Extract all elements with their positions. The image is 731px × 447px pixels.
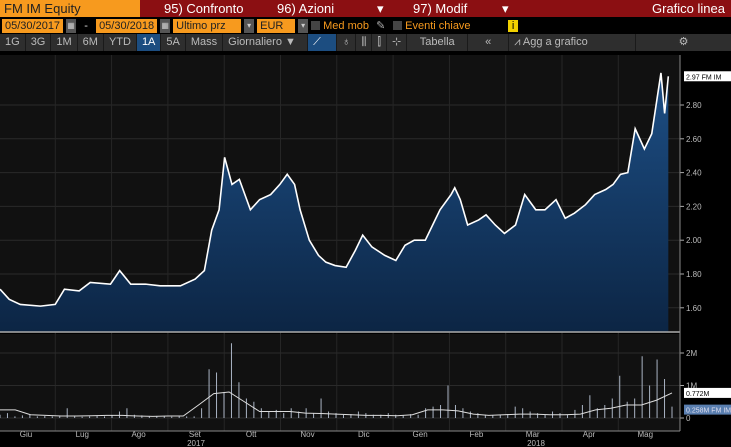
calendar-icon[interactable]: ▦: [160, 18, 171, 33]
line-chart-icon[interactable]: ⟋: [308, 34, 337, 51]
modif-menu[interactable]: 97) Modif: [388, 0, 498, 17]
date-separator: -: [84, 19, 88, 32]
bar-chart-icon[interactable]: ⫼: [356, 34, 372, 51]
events-checkbox[interactable]: [393, 21, 403, 30]
volume-avg-label: 0.772M: [686, 391, 710, 398]
y-tick-label: 2.40: [686, 169, 702, 178]
period-1m[interactable]: 1M: [51, 34, 77, 51]
chart-icon: ⩘: [514, 36, 523, 48]
y-tick-label: 2.60: [686, 135, 702, 144]
y-tick-label: 2.20: [686, 202, 702, 211]
period-6m[interactable]: 6M: [77, 34, 103, 51]
ohlc-icon[interactable]: ⫿: [372, 34, 386, 51]
y-tick-label: 2.00: [686, 236, 702, 245]
year-label: 2017: [187, 439, 205, 447]
add-chart-button[interactable]: ⩘ Agg a grafico: [509, 34, 636, 51]
period-1g[interactable]: 1G: [0, 34, 25, 51]
volume-panel: [0, 334, 680, 431]
info-icon[interactable]: i: [508, 19, 519, 32]
chart-type-label: Grafico linea: [652, 1, 725, 16]
calendar-icon[interactable]: ▦: [66, 18, 77, 33]
ticker-field[interactable]: FM IM Equity: [0, 0, 140, 17]
table-button[interactable]: Tabella: [407, 34, 468, 51]
volume-last-label: 0.258M FM IM: [686, 408, 731, 415]
hlc-icon[interactable]: ⊹: [387, 34, 407, 51]
moving-avg-checkbox[interactable]: [311, 21, 321, 30]
period-3g[interactable]: 3G: [25, 34, 51, 51]
events-label: Eventi chiave: [405, 19, 471, 32]
chevron-down-icon[interactable]: ▾: [244, 18, 255, 33]
controls-bar: 05/30/2017 ▦ - 05/30/2018 ▦ Ultimo prz ▾…: [0, 17, 731, 34]
start-date-input[interactable]: 05/30/2017: [2, 18, 64, 33]
azioni-menu[interactable]: 96) Azioni: [273, 0, 373, 17]
volume-tick-label: 0: [686, 414, 691, 423]
currency-select[interactable]: EUR: [257, 18, 296, 33]
collapse-button[interactable]: «: [468, 34, 509, 51]
y-tick-label: 2.80: [686, 101, 702, 110]
chevron-down-icon[interactable]: ▾: [298, 18, 309, 33]
settings-gear-icon[interactable]: ⚙: [636, 34, 731, 51]
pencil-icon[interactable]: ✎: [376, 19, 390, 32]
last-price-label: 2.97 FM IM: [686, 74, 722, 81]
frequency-select[interactable]: Giornaliero ▼: [223, 34, 308, 51]
period-mass[interactable]: Mass: [185, 34, 223, 51]
confronto-menu[interactable]: 95) Confronto: [160, 0, 273, 17]
title-bar: FM IM Equity 95) Confronto 96) Azioni ▾ …: [0, 0, 731, 17]
price-chart[interactable]: 1.601.802.002.202.402.602.80Giu Lug Ago Set…: [0, 51, 731, 447]
period-ytd[interactable]: YTD: [103, 34, 136, 51]
field-select[interactable]: Ultimo prz: [173, 18, 242, 33]
moving-avg-label: Med mob: [323, 19, 369, 32]
y-tick-label: 1.60: [686, 304, 702, 313]
y-tick-label: 1.80: [686, 270, 702, 279]
end-date-input[interactable]: 05/30/2018: [96, 18, 158, 33]
toolbar: 1G 3G 1M 6M YTD 1A 5A Mass Giornaliero ▼…: [0, 34, 731, 51]
volume-tick-label: 2M: [686, 349, 697, 358]
add-chart-label: Agg a grafico: [522, 36, 588, 48]
candle-icon[interactable]: ♁: [337, 34, 356, 51]
period-5a[interactable]: 5A: [161, 34, 185, 51]
year-label: 2018: [527, 439, 545, 447]
period-1a[interactable]: 1A: [136, 34, 161, 51]
